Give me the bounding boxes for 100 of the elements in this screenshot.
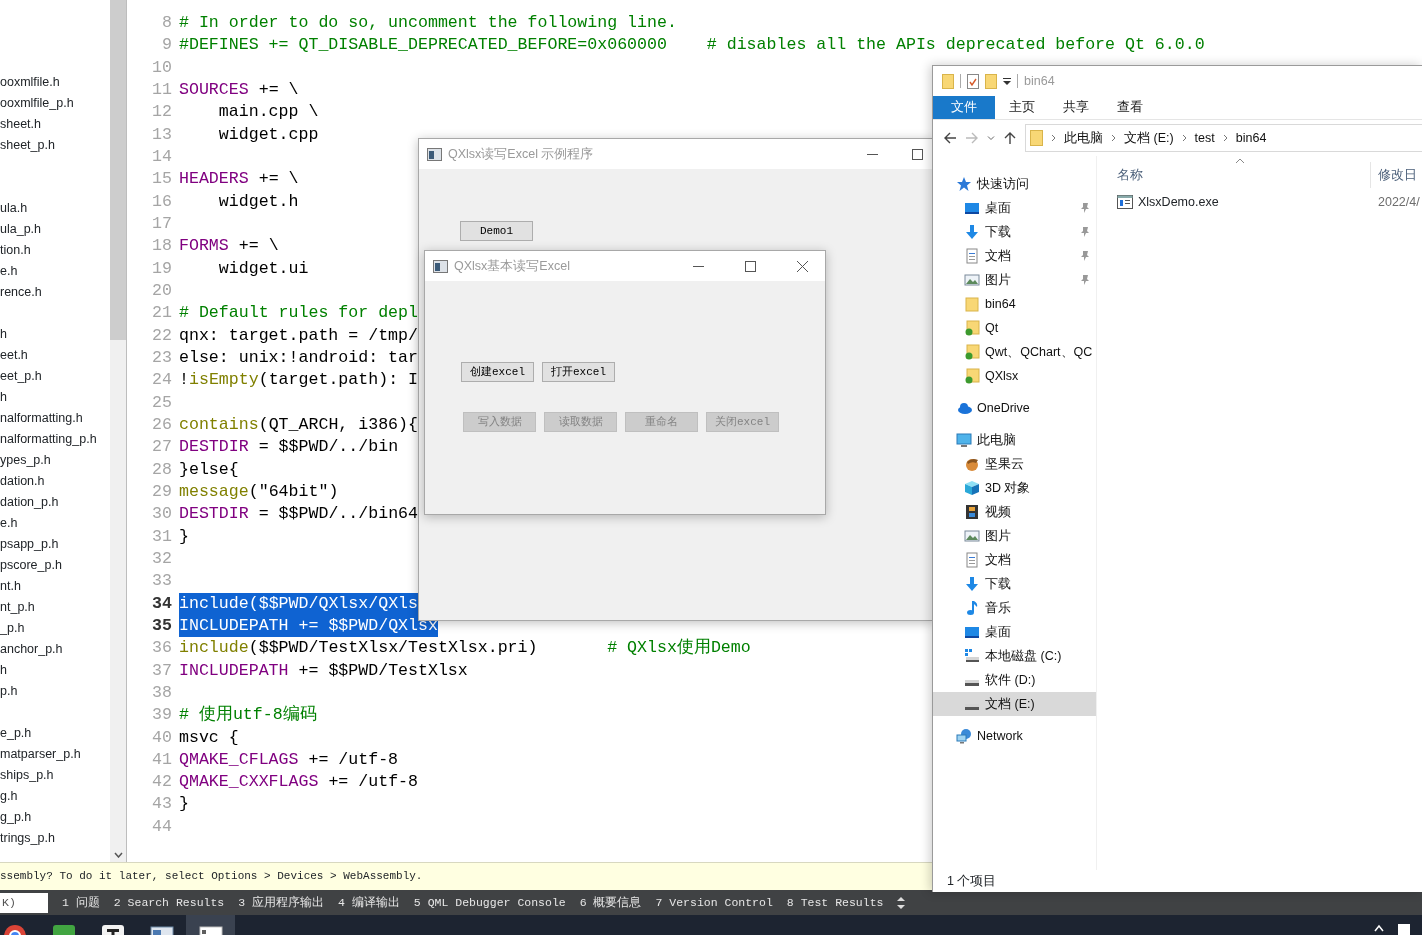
file-name[interactable]: nalformatting.h (0, 411, 83, 425)
nav-item[interactable]: Network (933, 724, 1096, 748)
file-name[interactable]: rence.h (0, 285, 42, 299)
line-number: 41 (152, 749, 172, 769)
file-name[interactable]: h (0, 390, 7, 404)
push-button[interactable]: 创建excel (461, 362, 534, 382)
up-arrow-icon[interactable] (1003, 131, 1017, 145)
nav-item[interactable]: 文档 (933, 548, 1096, 572)
file-name[interactable]: _p.h (0, 621, 25, 635)
file-name[interactable]: tion.h (0, 243, 31, 257)
nav-item[interactable]: 文档 (E:) (933, 692, 1096, 716)
file-name[interactable]: anchor_p.h (0, 642, 63, 656)
nav-item[interactable]: 桌面 (933, 620, 1096, 644)
file-name[interactable]: matparser_p.h (0, 747, 81, 761)
file-name[interactable]: sheet_p.h (0, 138, 55, 152)
file-name[interactable]: sheet.h (0, 117, 41, 131)
file-name[interactable]: h (0, 663, 7, 677)
nav-item[interactable]: 本地磁盘 (C:) (933, 644, 1096, 668)
file-name[interactable]: e.h (0, 264, 18, 278)
ribbon-tab[interactable]: 查看 (1103, 96, 1157, 119)
nav-item[interactable]: 快速访问 (933, 172, 1096, 196)
back-arrow-icon[interactable] (943, 131, 957, 145)
push-button[interactable]: 打开excel (542, 362, 615, 382)
nav-item[interactable]: 下载 (933, 572, 1096, 596)
nav-item[interactable]: 下载 (933, 220, 1096, 244)
scrollbar-thumb[interactable] (110, 0, 126, 340)
file-name[interactable]: ooxmlfile.h (0, 75, 60, 89)
line-number: 23 (152, 347, 172, 367)
ribbon-tab[interactable]: 共享 (1049, 96, 1103, 119)
file-name[interactable]: ula_p.h (0, 222, 41, 236)
file-name[interactable]: h (0, 327, 7, 341)
nav-item[interactable]: 桌面 (933, 196, 1096, 220)
nav-item[interactable]: 文档 (933, 244, 1096, 268)
maximize-icon[interactable] (744, 260, 756, 272)
line-number: 16 (152, 191, 172, 211)
column-header[interactable]: 修改日 (1378, 165, 1417, 185)
folder-check-icon (964, 344, 980, 360)
file-name[interactable]: ooxmlfile_p.h (0, 96, 74, 110)
nav-item[interactable]: 软件 (D:) (933, 668, 1096, 692)
locator-field[interactable]: K) (0, 892, 48, 913)
maximize-icon[interactable] (911, 148, 923, 160)
breadcrumb[interactable]: bin64 (1235, 128, 1267, 148)
minimize-icon[interactable] (692, 265, 704, 267)
file-name[interactable]: g.h (0, 789, 18, 803)
nav-item[interactable]: 坚果云 (933, 452, 1096, 476)
close-icon[interactable] (796, 260, 808, 272)
line-number: 18 (152, 236, 172, 256)
column-header[interactable]: 名称 (1117, 167, 1143, 182)
nav-item[interactable]: OneDrive (933, 396, 1096, 420)
nav-item[interactable]: QXlsx (933, 364, 1096, 388)
output-tab[interactable]: 5 QML Debugger Console (406, 890, 573, 915)
file-name[interactable]: XlsxDemo.exe (1138, 192, 1219, 212)
folder-check-icon (964, 320, 980, 336)
nav-item[interactable]: 3D 对象 (933, 476, 1096, 500)
file-name[interactable]: nt_p.h (0, 600, 35, 614)
breadcrumb[interactable]: 文档 (E:) (1124, 128, 1174, 148)
file-name[interactable]: ula.h (0, 201, 28, 215)
file-name[interactable]: nalformatting_p.h (0, 432, 97, 446)
nav-item[interactable]: Qt (933, 316, 1096, 340)
file-name[interactable]: ypes_p.h (0, 453, 51, 467)
nav-item[interactable]: 此电脑 (933, 428, 1096, 452)
line-number: 22 (152, 325, 172, 345)
address-bar[interactable]: 此电脑 文档 (E:) test bin64 (1025, 124, 1422, 152)
file-name[interactable]: trings_p.h (0, 831, 55, 845)
ribbon-tab[interactable]: 主页 (995, 96, 1049, 119)
file-name[interactable]: psapp_p.h (0, 537, 59, 551)
file-name[interactable]: g_p.h (0, 810, 32, 824)
nav-item[interactable]: 图片 (933, 524, 1096, 548)
output-tab[interactable]: 4 编译输出 (331, 890, 407, 915)
nav-item[interactable]: 音乐 (933, 596, 1096, 620)
breadcrumb[interactable]: test (1194, 128, 1215, 148)
output-tab[interactable]: 6 概要信息 (572, 890, 649, 915)
output-tab[interactable]: 1 问题 (55, 890, 107, 915)
file-name[interactable]: e.h (0, 516, 18, 530)
breadcrumb[interactable]: 此电脑 (1064, 128, 1103, 148)
code-line: main.cpp \ (217, 101, 319, 124)
nav-item[interactable]: 视频 (933, 500, 1096, 524)
file-name[interactable]: e_p.h (0, 726, 32, 740)
push-button[interactable]: Demo1 (460, 221, 533, 241)
dropdown-caret-icon[interactable] (1003, 77, 1011, 85)
expand-toggle-icon[interactable] (896, 895, 907, 910)
nav-item[interactable]: 图片 (933, 268, 1096, 292)
output-tab[interactable]: 3 应用程序输出 (231, 890, 332, 915)
file-name[interactable]: ships_p.h (0, 768, 54, 782)
line-number: 15 (152, 169, 172, 189)
output-tab[interactable]: 2 Search Results (106, 890, 232, 915)
file-name[interactable]: pscore_p.h (0, 558, 62, 572)
file-name[interactable]: eet_p.h (0, 369, 42, 383)
minimize-icon[interactable] (866, 153, 878, 155)
output-tab[interactable]: 8 Test Results (779, 890, 891, 915)
nav-item[interactable]: bin64 (933, 292, 1096, 316)
file-name[interactable]: p.h (0, 684, 18, 698)
output-tab[interactable]: 7 Version Control (648, 890, 780, 915)
file-name[interactable]: dation.h (0, 474, 45, 488)
file-name[interactable]: dation_p.h (0, 495, 59, 509)
file-name[interactable]: nt.h (0, 579, 21, 593)
checklist-icon[interactable] (967, 73, 979, 89)
ribbon-tab[interactable]: 文件 (933, 96, 995, 119)
nav-item[interactable]: Qwt、QChart、QC (933, 340, 1096, 364)
file-name[interactable]: eet.h (0, 348, 28, 362)
